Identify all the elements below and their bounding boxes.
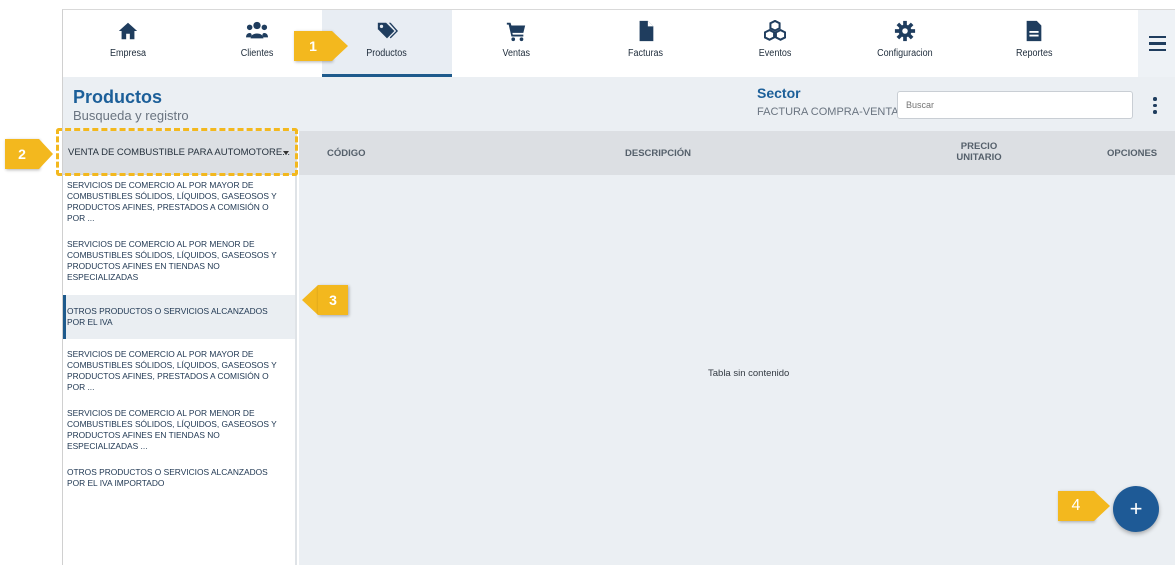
report-icon [1026, 20, 1042, 42]
tags-icon [377, 22, 398, 39]
arrow-right-icon [39, 139, 53, 169]
nav-label: Eventos [758, 48, 792, 59]
dropdown-value: VENTA DE COMBUSTIBLE PARA AUTOMOTORE... [68, 147, 291, 158]
gear-icon [894, 20, 915, 42]
nav-item-reportes[interactable]: Reportes [970, 10, 1100, 77]
app-window: Empresa Clientes Productos Ventas Factur… [62, 9, 1175, 565]
badge-box: 1 [294, 31, 332, 61]
more-options-icon[interactable] [1150, 97, 1160, 117]
activity-dropdown[interactable]: VENTA DE COMBUSTIBLE PARA AUTOMOTORE... [63, 131, 297, 175]
nav-label: Empresa [109, 48, 146, 59]
sector-value: FACTURA COMPRA-VENTA [757, 106, 899, 118]
search-input[interactable] [897, 91, 1133, 119]
caret-down-icon [283, 151, 289, 155]
list-item[interactable]: SERVICIOS DE COMERCIO AL POR MENOR DE CO… [63, 403, 295, 458]
column-header-descripcion[interactable]: DESCRIPCIÓN [625, 148, 691, 159]
nav-item-facturas[interactable]: Facturas [581, 10, 711, 77]
column-header-codigo[interactable]: CÓDIGO [327, 148, 366, 159]
sector-list: SERVICIOS DE COMERCIO AL POR MAYOR DE CO… [63, 175, 295, 495]
nav-label: Productos [366, 48, 408, 59]
nav-label: Facturas [628, 48, 664, 59]
nav-label: Ventas [502, 48, 531, 59]
empty-table-message: Tabla sin contenido [708, 368, 790, 379]
home-icon [118, 22, 137, 40]
column-header-precio[interactable]: PRECIO UNITARIO [949, 141, 1009, 163]
arrow-right-icon [332, 31, 348, 61]
column-header-opciones: OPCIONES [1107, 148, 1158, 159]
page-subtitle: Busqueda y registro [73, 108, 189, 123]
nav-label: Clientes [240, 48, 274, 59]
arrow-left-icon [302, 285, 318, 315]
badge-box: 2 [5, 139, 39, 169]
annotation-badge-2: 2 [5, 139, 53, 169]
badge-box: 4 [1058, 491, 1094, 521]
nav-item-empresa[interactable]: Empresa [63, 10, 193, 77]
file-icon [639, 20, 654, 42]
add-product-button[interactable]: + [1113, 486, 1159, 532]
nav-item-ventas[interactable]: Ventas [452, 10, 582, 77]
nav-item-eventos[interactable]: Eventos [711, 10, 841, 77]
annotation-badge-1: 1 [294, 31, 348, 61]
annotation-badge-4: 4 [1058, 491, 1110, 521]
annotation-badge-3: 3 [302, 285, 348, 315]
sector-sidebar: VENTA DE COMBUSTIBLE PARA AUTOMOTORE... … [63, 131, 297, 565]
list-item[interactable]: OTROS PRODUCTOS O SERVICIOS ALCANZADOS P… [63, 462, 295, 495]
cart-icon [507, 22, 526, 42]
page-header: Productos Busqueda y registro Sector FAC… [63, 77, 1175, 131]
table-body: Tabla sin contenido [299, 175, 1175, 565]
sector-label: Sector [757, 85, 801, 101]
table-header: CÓDIGO DESCRIPCIÓN PRECIO UNITARIO OPCIO… [299, 131, 1175, 175]
cubes-icon [764, 20, 787, 41]
top-nav: Empresa Clientes Productos Ventas Factur… [63, 10, 1175, 77]
nav-label: Configuracion [876, 48, 933, 59]
list-item[interactable]: SERVICIOS DE COMERCIO AL POR MENOR DE CO… [63, 234, 295, 289]
list-item[interactable]: SERVICIOS DE COMERCIO AL POR MAYOR DE CO… [63, 344, 295, 399]
hamburger-icon[interactable] [1138, 10, 1175, 77]
users-icon [246, 21, 269, 39]
page-title: Productos [73, 87, 163, 107]
arrow-right-icon [1094, 491, 1110, 521]
list-item-selected[interactable]: OTROS PRODUCTOS O SERVICIOS ALCANZADOS P… [63, 295, 295, 339]
badge-box: 3 [318, 285, 348, 315]
nav-item-configuracion[interactable]: Configuracion [840, 10, 970, 77]
list-item[interactable]: SERVICIOS DE COMERCIO AL POR MAYOR DE CO… [63, 175, 295, 230]
nav-label: Reportes [1015, 48, 1053, 59]
